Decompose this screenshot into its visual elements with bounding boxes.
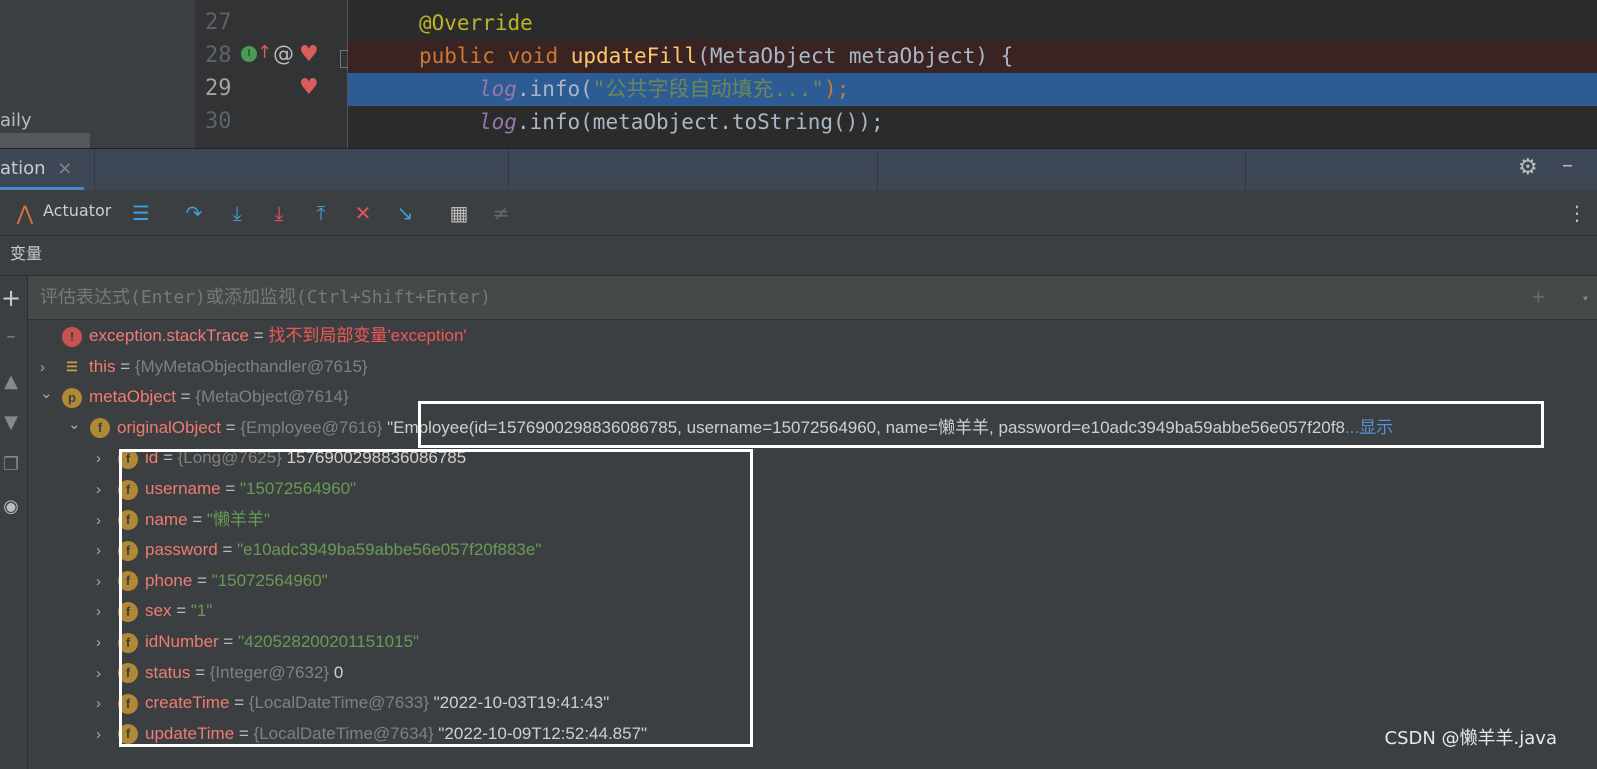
chevron-down-icon[interactable]: ▾ [1582, 276, 1589, 320]
code-text: (MetaObject metaObject) { [697, 44, 1014, 68]
watermark: CSDN @懒羊羊.java [1384, 728, 1557, 749]
equals-sign: = [220, 417, 241, 437]
line-number: 30 [205, 109, 232, 134]
method-name: updateFill [570, 44, 698, 68]
drop-frame-icon[interactable]: ✕ [350, 200, 376, 226]
keyword: void [507, 44, 559, 68]
actuator-button[interactable]: Actuator [43, 201, 111, 220]
code-text: .info(metaObject.toString()); [516, 110, 884, 134]
keyword: public [419, 44, 495, 68]
run-to-cursor-icon[interactable]: ↘ [392, 200, 418, 226]
expand-arrow-icon[interactable]: › [96, 475, 118, 505]
line-number: 27 [205, 10, 232, 35]
step-out-icon[interactable]: ⤒ [308, 200, 334, 226]
code-line-28: public void updateFill(MetaObject metaOb… [348, 40, 1597, 73]
evaluate-expression-input[interactable]: 评估表达式(Enter)或添加监视(Ctrl+Shift+Enter) + ▾ [28, 276, 1597, 320]
code-text: ); [824, 77, 850, 101]
code-annotation: @Override [419, 11, 533, 35]
remove-icon[interactable]: – [0, 326, 22, 347]
log-field: log [479, 110, 517, 134]
expand-arrow-icon[interactable]: › [96, 536, 118, 566]
variable-name: metaObject [89, 387, 176, 407]
collapse-arrow-icon[interactable]: ⌄ [40, 379, 62, 409]
expand-arrow-icon[interactable]: › [96, 567, 118, 597]
tree-row[interactable]: ⌄ p metaObject = {MetaObject@7614} [40, 382, 349, 412]
trace-stream-icon: ≠ [492, 201, 510, 225]
gear-icon[interactable]: ⚙ [1518, 155, 1538, 180]
variable-name: this [89, 356, 116, 376]
equals-sign: = [249, 326, 269, 345]
project-panel: aily [0, 0, 195, 148]
more-icon[interactable]: ⋮ [1564, 200, 1590, 226]
breakpoint-icon[interactable]: ♥ [299, 75, 319, 100]
add-icon[interactable]: + [0, 284, 22, 312]
view-icon[interactable]: ◉ [0, 496, 22, 517]
move-down-icon[interactable]: ▼ [0, 412, 22, 433]
expand-arrow-icon[interactable]: › [96, 628, 118, 658]
minimize-icon[interactable]: – [1562, 153, 1573, 178]
variables-header: 变量 [0, 236, 1597, 276]
equals-sign: = [175, 387, 196, 407]
line-number: 29 [205, 76, 232, 101]
annotation-icon: @ [273, 42, 294, 66]
tab-label: ation [0, 158, 46, 179]
editor-gutter: 27 28 29 30 I ↑ @ ♥ ♥ [195, 0, 354, 148]
error-message: 找不到局部变量'exception' [268, 326, 467, 345]
code-text: .info( [516, 77, 593, 101]
string-literal: "公共字段自动填充..." [592, 77, 825, 101]
step-into-icon[interactable]: ⤓ [224, 200, 250, 226]
step-over-icon[interactable]: ↷ [181, 200, 207, 226]
debug-side-toolbar: + – ▲ ▼ ❐ ◉ [0, 276, 28, 769]
variable-name: originalObject [117, 417, 221, 437]
frames-icon[interactable]: ☰ [128, 200, 154, 226]
variable-type: {Employee@7616} [240, 417, 383, 437]
force-step-into-icon[interactable]: ⤓ [266, 200, 292, 226]
debug-toolbar: ⋀ Actuator ☰ ↷ ⤓ ⤓ ⤒ ✕ ↘ ▦ ≠ ⋮ [0, 190, 1597, 236]
highlight-box [119, 449, 753, 747]
log-field: log [479, 77, 517, 101]
field-icon: f [90, 418, 110, 439]
project-tree-item[interactable]: aily [0, 110, 32, 131]
expand-arrow-icon[interactable]: › [96, 659, 118, 689]
eval-placeholder: 评估表达式(Enter)或添加监视(Ctrl+Shift+Enter) [40, 287, 491, 308]
add-watch-icon[interactable]: + [1532, 276, 1545, 320]
variable-name: exception.stackTrace [89, 326, 249, 345]
actuator-icon: ⋀ [16, 201, 34, 225]
highlight-box [418, 401, 1544, 448]
move-up-icon[interactable]: ▲ [0, 371, 22, 392]
evaluate-expression-icon[interactable]: ▦ [446, 200, 472, 226]
error-icon: ! [62, 326, 82, 347]
variable-type: {MetaObject@7614} [195, 387, 349, 407]
equals-sign: = [115, 356, 135, 376]
object-icon: ☰ [66, 359, 78, 375]
tree-row[interactable]: ! exception.stackTrace = 找不到局部变量'exceptio… [40, 321, 467, 351]
debug-tab-bar: ation × ⚙ – [0, 148, 1597, 191]
expand-arrow-icon[interactable]: › [96, 720, 118, 750]
code-editor[interactable]: @Override public void updateFill(MetaObj… [348, 0, 1597, 148]
parameter-icon: p [62, 387, 82, 408]
override-arrow-icon[interactable]: ↑ [257, 42, 272, 63]
expand-arrow-icon[interactable]: › [96, 689, 118, 719]
line-number: 28 [205, 43, 232, 68]
copy-icon[interactable]: ❐ [0, 454, 22, 475]
close-icon[interactable]: × [57, 158, 72, 179]
collapse-arrow-icon[interactable]: ⌄ [68, 410, 90, 440]
tree-row[interactable]: › ☰ this = {MyMetaObjecthandler@7615} [40, 352, 368, 382]
variable-type: {MyMetaObjecthandler@7615} [134, 356, 368, 376]
expand-arrow-icon[interactable]: › [96, 597, 118, 627]
expand-arrow-icon[interactable]: › [96, 444, 118, 474]
project-tree-selection [0, 133, 90, 148]
tab-debug-config[interactable]: ation × [0, 149, 84, 191]
implements-icon[interactable]: I [241, 46, 257, 62]
expand-arrow-icon[interactable]: › [40, 353, 62, 383]
code-line-29-current: log.info("公共字段自动填充..."); [348, 73, 1597, 106]
breakpoint-icon[interactable]: ♥ [299, 42, 319, 67]
code-line-30: log.info(metaObject.toString()); [348, 106, 1597, 139]
expand-arrow-icon[interactable]: › [96, 506, 118, 536]
